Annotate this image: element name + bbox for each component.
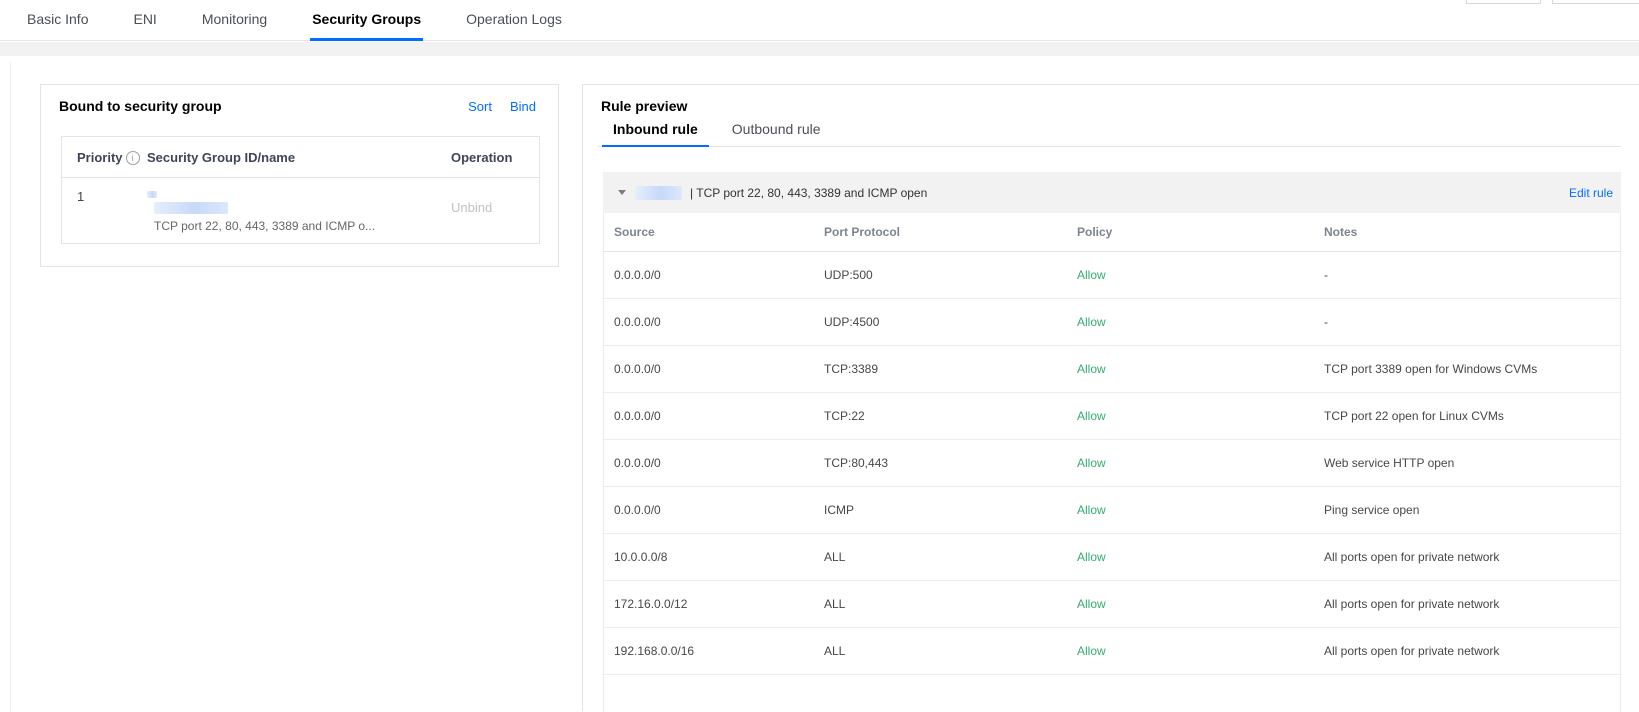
port-protocol-cell: TCP:22 [824,409,1077,423]
source-cell: 0.0.0.0/0 [614,409,824,423]
tab-basic-info[interactable]: Basic Info [25,0,90,41]
partial-cutoff-row [604,675,1620,711]
main-tabs: Basic Info ENI Monitoring Security Groups Op… [0,0,1639,41]
column-policy: Policy [1077,225,1324,239]
tab-inbound-rule[interactable]: Inbound rule [602,121,709,147]
rule-row: 0.0.0.0/0UDP:4500Allow- [604,299,1620,346]
tab-outbound-rule[interactable]: Outbound rule [721,121,832,147]
rule-tabs: Inbound rule Outbound rule [598,121,1621,147]
column-priority: Priorityi [77,150,147,165]
cutoff-button-left[interactable] [1466,0,1541,4]
rule-row: 0.0.0.0/0UDP:500Allow- [604,252,1620,299]
unbind-link[interactable]: Unbind [451,200,492,215]
notes-cell: All ports open for private network [1324,597,1620,611]
redacted-sg-name [154,202,228,214]
port-protocol-cell: UDP:4500 [824,315,1077,329]
policy-cell: Allow [1077,409,1324,423]
source-cell: 192.168.0.0/16 [614,644,824,658]
tab-monitoring[interactable]: Monitoring [200,0,269,41]
policy-cell: Allow [1077,315,1324,329]
rule-preview-title: Rule preview [601,98,687,114]
rule-row: 192.168.0.0/16ALLAllowAll ports open for… [604,628,1620,675]
policy-cell: Allow [1077,362,1324,376]
redacted-sg-id [147,191,157,198]
bound-panel-title: Bound to security group [59,98,222,114]
column-source: Source [614,225,824,239]
rule-row: 0.0.0.0/0ICMPAllowPing service open [604,487,1620,534]
source-cell: 10.0.0.0/8 [614,550,824,564]
bound-security-group-panel: Bound to security group Sort Bind Priori… [40,84,559,267]
source-cell: 172.16.0.0/12 [614,597,824,611]
column-port-protocol: Port Protocol [824,225,1077,239]
policy-cell: Allow [1077,503,1324,517]
notes-cell: - [1324,315,1620,329]
rule-row: 172.16.0.0/12ALLAllowAll ports open for … [604,581,1620,628]
edit-rule-link[interactable]: Edit rule [1569,186,1613,200]
rule-row: 0.0.0.0/0TCP:22AllowTCP port 22 open for… [604,393,1620,440]
info-icon[interactable]: i [126,151,140,165]
source-cell: 0.0.0.0/0 [614,315,824,329]
tab-eni[interactable]: ENI [131,0,158,41]
notes-cell: Ping service open [1324,503,1620,517]
port-protocol-cell: ICMP [824,503,1077,517]
column-operation: Operation [451,150,539,165]
bound-group-row: 1 TCP port 22, 80, 443, 3389 and ICMP o.… [62,178,539,243]
bound-group-table: Priorityi Security Group ID/name Operati… [61,136,540,244]
bound-table-header: Priorityi Security Group ID/name Operati… [62,137,539,178]
notes-cell: TCP port 3389 open for Windows CVMs [1324,362,1620,376]
notes-cell: All ports open for private network [1324,550,1620,564]
policy-cell: Allow [1077,268,1324,282]
rules-table-header: SourcePort ProtocolPolicyNotes [604,213,1620,252]
priority-header-label: Priority [77,150,123,165]
source-cell: 0.0.0.0/0 [614,362,824,376]
notes-cell: Web service HTTP open [1324,456,1620,470]
source-cell: 0.0.0.0/0 [614,503,824,517]
port-protocol-cell: TCP:3389 [824,362,1077,376]
collapse-caret-icon[interactable] [618,190,626,195]
cutoff-button-right[interactable] [1552,0,1639,4]
operation-cell: Unbind [451,178,539,243]
priority-value: 1 [77,178,147,243]
rules-table-body: 0.0.0.0/0UDP:500Allow-0.0.0.0/0UDP:4500A… [604,252,1620,675]
detail-tabbar: Basic Info ENI Monitoring Security Groups Op… [0,0,1639,41]
policy-cell: Allow [1077,456,1324,470]
content-left-edge [10,62,11,711]
bind-link[interactable]: Bind [510,99,536,114]
inbound-rules-table: SourcePort ProtocolPolicyNotes 0.0.0.0/0… [603,213,1621,712]
policy-cell: Allow [1077,644,1324,658]
sg-description: TCP port 22, 80, 443, 3389 and ICMP o... [154,219,451,233]
rule-header-text: | TCP port 22, 80, 443, 3389 and ICMP op… [690,186,927,200]
sort-link[interactable]: Sort [468,99,492,114]
sg-id-name-cell: TCP port 22, 80, 443, 3389 and ICMP o... [147,178,451,243]
column-sg-id-name: Security Group ID/name [147,150,451,165]
separator-band [0,42,1639,56]
rule-row: 0.0.0.0/0TCP:3389AllowTCP port 3389 open… [604,346,1620,393]
tab-operation-logs[interactable]: Operation Logs [464,0,564,41]
redacted-sg-name [635,186,682,200]
port-protocol-cell: UDP:500 [824,268,1077,282]
port-protocol-cell: ALL [824,550,1077,564]
rule-preview-panel: Rule preview Inbound rule Outbound rule |… [582,84,1639,711]
notes-cell: - [1324,268,1620,282]
notes-cell: TCP port 22 open for Linux CVMs [1324,409,1620,423]
tab-security-groups[interactable]: Security Groups [310,0,423,41]
security-group-rule-header: | TCP port 22, 80, 443, 3389 and ICMP op… [603,172,1621,213]
port-protocol-cell: ALL [824,597,1077,611]
port-protocol-cell: TCP:80,443 [824,456,1077,470]
rule-row: 10.0.0.0/8ALLAllowAll ports open for pri… [604,534,1620,581]
port-protocol-cell: ALL [824,644,1077,658]
column-notes: Notes [1324,225,1620,239]
policy-cell: Allow [1077,550,1324,564]
notes-cell: All ports open for private network [1324,644,1620,658]
source-cell: 0.0.0.0/0 [614,456,824,470]
policy-cell: Allow [1077,597,1324,611]
source-cell: 0.0.0.0/0 [614,268,824,282]
rule-row: 0.0.0.0/0TCP:80,443AllowWeb service HTTP… [604,440,1620,487]
